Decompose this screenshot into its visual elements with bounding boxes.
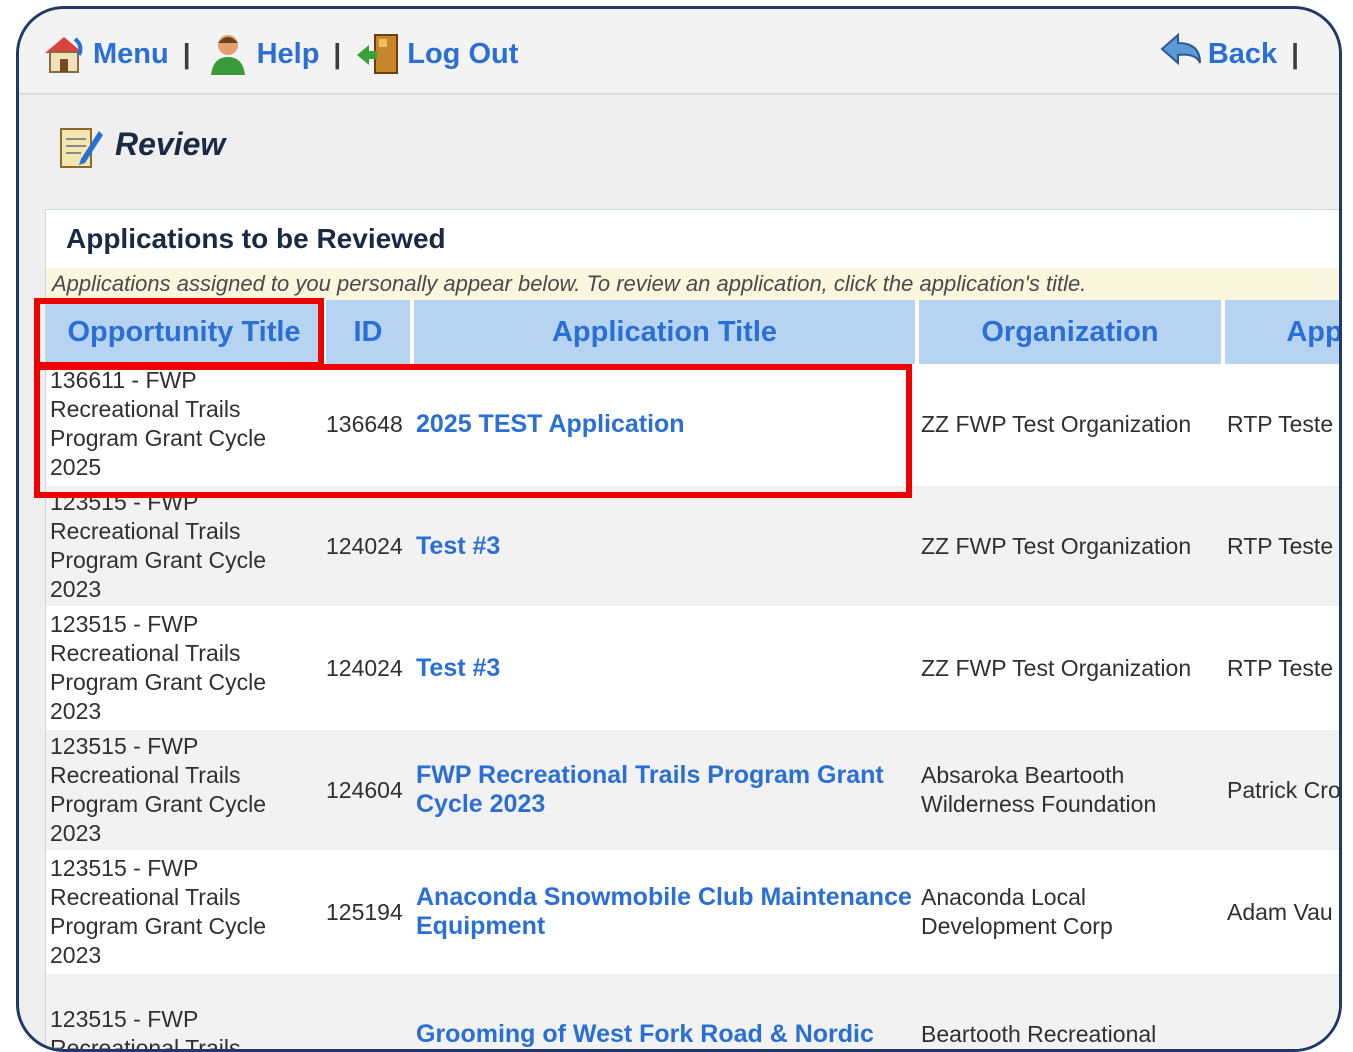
opportunity-cell: 123515 - FWP Recreational Trails Program…: [46, 729, 324, 852]
column-header-id[interactable]: ID: [324, 300, 414, 364]
logout-link[interactable]: Log Out: [355, 31, 518, 77]
logout-door-icon: [355, 31, 401, 77]
nav-left: Menu | Help | Log Out: [41, 31, 518, 77]
organization-cell: Anaconda Local Development Corp: [917, 851, 1223, 974]
application-title-link[interactable]: Test #3: [416, 654, 500, 682]
panel-heading: Applications to be Reviewed: [46, 210, 1339, 268]
applicant-cell: RTP Teste: [1223, 364, 1339, 486]
opportunity-cell: 123515 - FWP Recreational Trails: [46, 973, 324, 1049]
application-title-link[interactable]: 2025 TEST Application: [416, 410, 685, 438]
application-cell: Anaconda Snowmobile Club Maintenance Equ…: [412, 851, 917, 974]
applicant-cell: RTP Teste: [1223, 485, 1339, 608]
organization-cell: ZZ FWP Test Organization: [917, 607, 1223, 730]
application-cell: Grooming of West Fork Road & Nordic: [412, 973, 917, 1049]
id-cell: 124604: [324, 729, 412, 852]
opportunity-cell: 123515 - FWP Recreational Trails Program…: [46, 607, 324, 730]
application-cell: Test #3: [412, 485, 917, 608]
table-row: 123515 - FWP Recreational Trails Groomin…: [46, 973, 1339, 1049]
id-cell: 125194: [324, 851, 412, 974]
review-notepad-icon: [55, 121, 103, 168]
application-title-link[interactable]: Anaconda Snowmobile Club Maintenance Equ…: [416, 883, 912, 940]
applicant-cell: RTP Teste: [1223, 607, 1339, 730]
id-cell: 136648: [324, 364, 412, 486]
top-nav-bar: Menu | Help | Log Out Back |: [19, 9, 1339, 95]
panel-note: Applications assigned to you personally …: [46, 268, 1339, 300]
nav-right: Back |: [1156, 31, 1313, 77]
help-link[interactable]: Help: [205, 31, 320, 77]
column-header-organization[interactable]: Organization: [917, 300, 1225, 364]
page-title: Review: [55, 121, 226, 168]
application-title-link[interactable]: FWP Recreational Trails Program Grant Cy…: [416, 761, 884, 818]
table-row: 123515 - FWP Recreational Trails Program…: [46, 607, 1339, 730]
menu-label: Menu: [93, 37, 169, 70]
column-header-opportunity[interactable]: Opportunity Title: [46, 300, 326, 364]
menu-link[interactable]: Menu: [41, 31, 169, 77]
table-row: 123515 - FWP Recreational Trails Program…: [46, 485, 1339, 608]
application-title-link[interactable]: Test #3: [416, 532, 500, 560]
reviews-panel: Applications to be Reviewed Applications…: [45, 209, 1339, 1049]
logout-label: Log Out: [407, 37, 519, 70]
opportunity-cell: 123515 - FWP Recreational Trails Program…: [46, 851, 324, 974]
home-icon: [41, 31, 87, 77]
organization-cell: ZZ FWP Test Organization: [917, 364, 1223, 486]
table-header-row: Opportunity Title ID Application Title O…: [46, 300, 1339, 364]
nav-separator: |: [182, 38, 191, 69]
opportunity-cell: 136611 - FWP Recreational Trails Program…: [46, 364, 324, 486]
nav-separator: |: [1291, 38, 1299, 69]
id-cell: 124024: [324, 607, 412, 730]
back-link[interactable]: Back: [1156, 31, 1277, 77]
applicant-cell: Adam Vau: [1223, 851, 1339, 974]
application-cell: Test #3: [412, 607, 917, 730]
applicant-cell: Patrick Cro: [1223, 729, 1339, 852]
help-label: Help: [256, 37, 320, 70]
nav-separator: |: [333, 38, 342, 69]
organization-cell: Beartooth Recreational: [917, 973, 1223, 1049]
table-row: 123515 - FWP Recreational Trails Program…: [46, 729, 1339, 852]
organization-cell: ZZ FWP Test Organization: [917, 485, 1223, 608]
opportunity-cell: 123515 - FWP Recreational Trails Program…: [46, 485, 324, 608]
id-cell: 124024: [324, 485, 412, 608]
applicant-cell: [1223, 973, 1339, 1049]
column-header-applicant[interactable]: App: [1223, 300, 1339, 364]
organization-cell: Absaroka Beartooth Wilderness Foundation: [917, 729, 1223, 852]
table-row: 136611 - FWP Recreational Trails Program…: [46, 364, 1339, 486]
back-label: Back: [1207, 37, 1278, 70]
applications-table: Opportunity Title ID Application Title O…: [46, 300, 1339, 1049]
id-cell: [324, 973, 412, 1049]
table-row: 123515 - FWP Recreational Trails Program…: [46, 851, 1339, 974]
column-header-application[interactable]: Application Title: [412, 300, 919, 364]
back-arrow-icon: [1156, 31, 1202, 77]
application-cell: FWP Recreational Trails Program Grant Cy…: [412, 729, 917, 852]
screenshot-frame: Menu | Help | Log Out Back | Review Appl…: [16, 6, 1342, 1052]
application-title-link[interactable]: Grooming of West Fork Road & Nordic: [416, 1020, 874, 1048]
application-cell: 2025 TEST Application: [412, 364, 917, 486]
user-help-icon: [205, 31, 251, 77]
page-title-text: Review: [115, 125, 226, 162]
